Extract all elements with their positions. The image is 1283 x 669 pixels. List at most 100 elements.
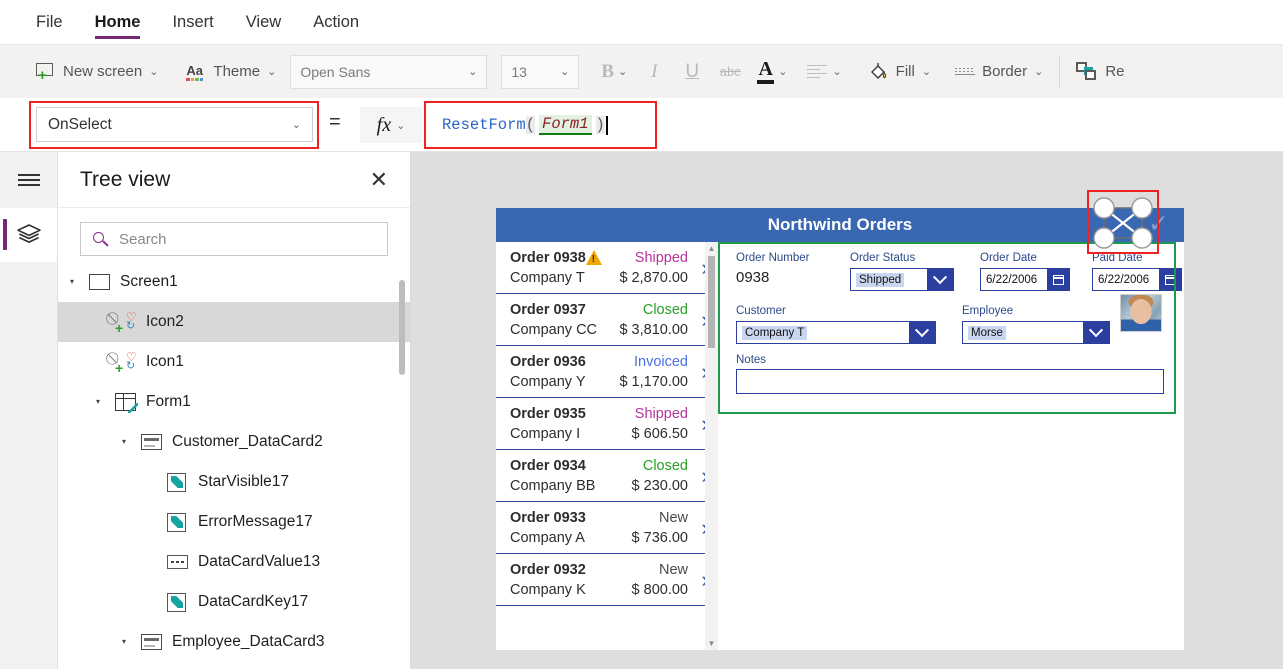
- reorder-button[interactable]: Re: [1068, 51, 1132, 93]
- tree-item-label: Icon2: [146, 313, 184, 330]
- employee-value: Morse: [968, 325, 1006, 340]
- chevron-down-icon: ⌄: [267, 66, 277, 78]
- order-status-dropdown[interactable]: Shipped: [850, 268, 954, 291]
- font-color-button[interactable]: A ⌄: [749, 51, 795, 93]
- font-family-select[interactable]: Open Sans ⌄: [290, 54, 488, 89]
- tree-list: ▾ Screen1⃠♡+↻ Icon2⃠♡+↻ Icon1 ▾ Form1 ▾ Custome…: [58, 262, 410, 669]
- employee-dropdown[interactable]: Morse: [962, 321, 1110, 344]
- selection-handles[interactable]: [1090, 194, 1156, 252]
- formula-input[interactable]: ResetForm(Form1): [430, 107, 651, 143]
- italic-icon: I: [651, 60, 658, 82]
- tree-item-label: Form1: [146, 393, 191, 410]
- tree-item-icon2[interactable]: ⃠♡+↻ Icon2: [58, 302, 410, 342]
- tree-item-customer_datacard2[interactable]: ▾ Customer_DataCard2: [58, 422, 410, 462]
- gallery-row-left-col: Order 0937: [510, 300, 619, 320]
- tree-item-form1[interactable]: ▾ Form1: [58, 382, 410, 422]
- menu-item-home[interactable]: Home: [94, 0, 140, 45]
- gallery-row-left: Order 0938 Company T: [510, 248, 619, 288]
- paid-date-input[interactable]: 6/22/2006: [1092, 268, 1182, 291]
- border-button[interactable]: Border ⌄: [947, 51, 1051, 93]
- tree-scrollbar-thumb[interactable]: [399, 280, 405, 375]
- company-name: Company K: [510, 581, 586, 598]
- reorder-icon: [1076, 61, 1098, 82]
- employee-label: Employee: [962, 305, 1014, 317]
- tree-item-employee_datacard3[interactable]: ▾ Employee_DataCard3: [58, 622, 410, 662]
- gallery-row[interactable]: Order 0934Company BBClosed$ 230.00›: [496, 450, 718, 502]
- calendar-icon[interactable]: [1047, 269, 1069, 290]
- scroll-down-icon[interactable]: ▼: [705, 639, 718, 648]
- datacard-icon: [141, 432, 163, 452]
- expand-caret-icon[interactable]: ▾: [122, 638, 132, 646]
- tree-item-label: ErrorMessage17: [198, 513, 313, 530]
- gallery-row[interactable]: Order 0932Company KNew$ 800.00›: [496, 554, 718, 606]
- order-number: Order 0934: [510, 457, 586, 474]
- chevron-down-icon[interactable]: [909, 322, 935, 343]
- order-number-label: Order Number: [736, 252, 810, 264]
- customer-dropdown[interactable]: Company T: [736, 321, 936, 344]
- paid-date-label: Paid Date: [1092, 252, 1143, 264]
- fill-button[interactable]: Fill ⌄: [860, 51, 939, 93]
- gallery-row[interactable]: Order 0938Company TShipped$ 2,870.00›: [496, 242, 718, 294]
- order-status: Closed: [642, 457, 688, 474]
- new-screen-button[interactable]: + New screen ⌄: [28, 51, 166, 93]
- formula-argument-token: Form1: [539, 115, 592, 135]
- paid-date-value: 6/22/2006: [1098, 273, 1150, 286]
- scroll-up-icon[interactable]: ▲: [705, 244, 718, 253]
- align-button[interactable]: ⌄: [799, 51, 849, 93]
- font-color-icon: A: [757, 59, 775, 84]
- chevron-down-icon: ⌄: [468, 66, 478, 78]
- notes-input[interactable]: [736, 369, 1164, 394]
- underline-button[interactable]: U: [673, 51, 711, 93]
- gallery-scrollbar[interactable]: ▲ ▼: [705, 242, 718, 650]
- chevron-down-icon[interactable]: [927, 269, 953, 290]
- search-box[interactable]: [80, 222, 388, 256]
- left-rail: [0, 152, 58, 669]
- strikethrough-button[interactable]: abc: [711, 51, 749, 93]
- chevron-down-icon: ⌄: [396, 119, 406, 132]
- expand-caret-icon[interactable]: ▾: [96, 398, 106, 406]
- menu-item-file[interactable]: File: [36, 0, 63, 45]
- tree-item-errormessage17[interactable]: ErrorMessage17: [58, 502, 410, 542]
- search-input[interactable]: [119, 230, 375, 248]
- expand-caret-icon[interactable]: ▾: [122, 438, 132, 446]
- chevron-down-icon[interactable]: [1083, 322, 1109, 343]
- hamburger-menu-icon[interactable]: [0, 152, 57, 208]
- tree-item-label: StarVisible17: [198, 473, 290, 490]
- orders-gallery[interactable]: Order 0938Company TShipped$ 2,870.00›Ord…: [496, 242, 718, 650]
- rail-item-tree-view[interactable]: [0, 208, 57, 262]
- order-amount: $ 3,810.00: [619, 321, 688, 338]
- equals-sign: =: [329, 111, 341, 133]
- tree-item-screen1[interactable]: ▾ Screen1: [58, 262, 410, 302]
- font-size-select[interactable]: 13 ⌄: [501, 54, 580, 89]
- menu-item-insert[interactable]: Insert: [172, 0, 213, 45]
- border-label: Border: [982, 63, 1028, 80]
- italic-button[interactable]: I: [635, 51, 673, 93]
- expand-caret-icon[interactable]: ▾: [70, 278, 80, 286]
- menu-item-view[interactable]: View: [246, 0, 281, 45]
- theme-button[interactable]: Aa Theme ⌄: [178, 51, 284, 93]
- fx-button[interactable]: fx ⌄: [360, 107, 422, 143]
- gallery-row[interactable]: Order 0937Company CCClosed$ 3,810.00›: [496, 294, 718, 346]
- close-icon[interactable]: ✕: [370, 168, 388, 191]
- tree-item-starvisible17[interactable]: StarVisible17: [58, 462, 410, 502]
- order-date-input[interactable]: 6/22/2006: [980, 268, 1070, 291]
- gallery-row[interactable]: Order 0935Company IShipped$ 606.50›: [496, 398, 718, 450]
- tree-item-label: Employee_DataCard3: [172, 633, 325, 650]
- gallery-row[interactable]: Order 0933Company ANew$ 736.00›: [496, 502, 718, 554]
- ribbon-divider: [1059, 54, 1061, 89]
- property-select[interactable]: OnSelect ⌄: [36, 107, 313, 142]
- bold-button[interactable]: B ⌄: [593, 51, 635, 93]
- gallery-scrollbar-thumb[interactable]: [708, 256, 715, 348]
- menu-item-action[interactable]: Action: [313, 0, 359, 45]
- form-icon: [115, 392, 138, 413]
- tree-item-datacardvalue13[interactable]: DataCardValue13: [58, 542, 410, 582]
- tree-item-icon1[interactable]: ⃠♡+↻ Icon1: [58, 342, 410, 382]
- border-icon: [955, 67, 976, 76]
- gallery-row[interactable]: Order 0936Company YInvoiced$ 1,170.00›: [496, 346, 718, 398]
- order-number: Order 0933: [510, 509, 586, 526]
- order-status: Invoiced: [633, 353, 688, 370]
- tree-item-datacardkey17[interactable]: DataCardKey17: [58, 582, 410, 622]
- calendar-icon[interactable]: [1159, 269, 1181, 290]
- order-amount: $ 2,870.00: [619, 269, 688, 286]
- gallery-row-left-col: Order 0934: [510, 456, 632, 476]
